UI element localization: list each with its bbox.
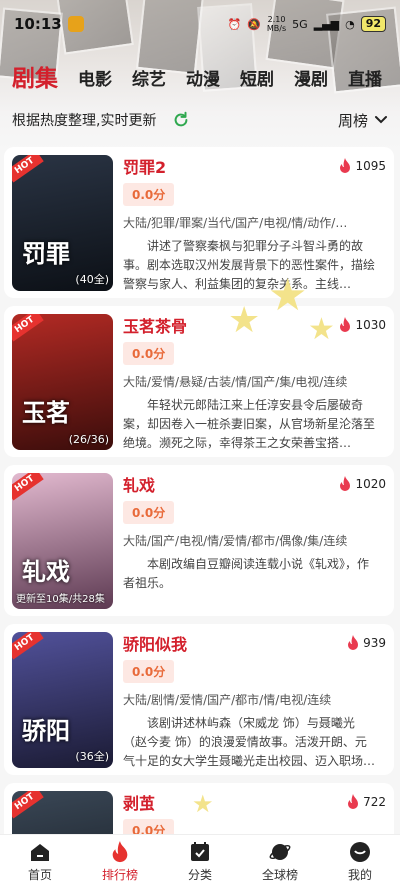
nav-ranking[interactable]: 排行榜	[85, 841, 155, 883]
hot-badge: HOT	[12, 632, 44, 660]
heat-score: 939	[346, 635, 386, 651]
heat-score: 1095	[338, 158, 386, 174]
cover-title: 轧戏	[22, 557, 70, 586]
cover-title: 玉茗	[22, 398, 70, 427]
cover-image[interactable]: HOT 轧戏 更新至10集/共28集	[12, 473, 113, 609]
episode-count: 更新至10集/共28集	[16, 594, 105, 605]
alarm-icon: ⏰	[227, 17, 242, 31]
nav-label: 首页	[27, 868, 52, 882]
nav-label: 分类	[187, 868, 212, 882]
genre-tags: 大陆/国产/电视/情/爱情/都市/偶像/集/连续	[123, 534, 348, 548]
decorative-star-icon: ★	[308, 312, 335, 347]
rating-badge: 0.0分	[123, 501, 175, 524]
net-speed: 2.10 MB/s	[266, 15, 287, 33]
wifi-icon: ◔	[345, 17, 355, 31]
cover-image[interactable]: HOT 玉茗 (26/36)	[12, 314, 113, 450]
heat-value: 1095	[355, 159, 386, 173]
heat-score: 722	[346, 794, 386, 810]
category-tabs: 剧集 电影 综艺 动漫 短剧 漫剧 直播	[0, 58, 400, 94]
heat-value: 722	[363, 795, 386, 809]
ranking-description: 根据热度整理,实时更新	[12, 113, 157, 129]
item-title[interactable]: 剥茧	[123, 790, 155, 814]
app-notification-icon	[67, 16, 84, 32]
decorative-star-icon: ★	[268, 270, 308, 321]
tab-movies[interactable]: 电影	[78, 65, 112, 94]
nav-home[interactable]: 首页	[5, 841, 75, 883]
flame-icon	[112, 841, 128, 863]
genre-tags: 大陆/犯罪/罪案/当代/国产/电视/情/动作/…	[123, 216, 348, 230]
hot-badge: HOT	[12, 314, 44, 342]
period-selector[interactable]: 周榜	[338, 110, 388, 131]
status-time: 10:13	[14, 15, 62, 33]
chevron-down-icon	[375, 116, 387, 124]
cover-image[interactable]: HOT 罚罪 (40全)	[12, 155, 113, 291]
item-title[interactable]: 骄阳似我	[123, 631, 187, 655]
heat-value: 1020	[355, 477, 386, 491]
calendar-icon	[191, 842, 209, 861]
nav-category[interactable]: 分类	[165, 841, 235, 883]
heat-score: 1020	[338, 476, 386, 492]
ranking-subheader: 根据热度整理,实时更新 周榜	[0, 104, 400, 136]
hot-badge: HOT	[12, 155, 44, 183]
network-type: 5G	[292, 17, 308, 31]
item-description: 年轻状元郎陆江来上任淳安县令后屡破奇案，却因卷入一桩杀妻旧案，从官场新星沦落至绝…	[123, 398, 376, 450]
episode-count: (26/36)	[68, 433, 109, 446]
refresh-icon[interactable]	[172, 111, 190, 129]
nav-label: 全球榜	[261, 868, 298, 882]
flame-icon	[348, 794, 359, 809]
hot-badge: HOT	[12, 791, 44, 819]
hot-badge: HOT	[12, 473, 44, 501]
list-item[interactable]: HOT 轧戏 更新至10集/共28集 轧戏 1020 0.0分 大陆/国产/电视…	[4, 465, 394, 616]
nav-label: 排行榜	[101, 868, 138, 882]
rating-badge: 0.0分	[123, 183, 175, 206]
home-icon	[31, 844, 49, 861]
bottom-navigation: 首页 排行榜 分类 全球榜 我的	[0, 834, 400, 889]
flame-icon	[340, 476, 351, 491]
item-title[interactable]: 罚罪2	[123, 154, 166, 178]
nav-profile[interactable]: 我的	[325, 841, 395, 883]
tab-short-drama[interactable]: 短剧	[240, 65, 274, 94]
nav-global-ranking[interactable]: 全球榜	[245, 841, 315, 883]
flame-icon	[348, 635, 359, 650]
status-bar: 10:13 ⏰ 🔕 2.10 MB/s 5G ▂▄▆ ◔ 92	[0, 0, 400, 48]
battery-indicator: 92	[360, 16, 386, 32]
flame-icon	[340, 317, 351, 332]
heat-value: 939	[363, 636, 386, 650]
item-title[interactable]: 玉茗茶骨	[123, 313, 187, 337]
genre-tags: 大陆/剧情/爱情/国产/都市/情/电视/连续	[123, 693, 332, 707]
planet-icon	[269, 844, 291, 860]
status-indicators: ⏰ 🔕 2.10 MB/s 5G ▂▄▆ ◔ 92	[227, 15, 386, 33]
flame-icon	[340, 158, 351, 173]
profile-icon	[350, 842, 370, 862]
tab-comic-drama[interactable]: 漫剧	[294, 65, 328, 94]
item-title[interactable]: 轧戏	[123, 472, 155, 496]
tab-variety[interactable]: 综艺	[132, 65, 166, 94]
tab-anime[interactable]: 动漫	[186, 65, 220, 94]
item-description: 本剧改编自豆瓣阅读连载小说《轧戏》，作者祖乐。	[123, 557, 370, 590]
episode-count: (36全)	[75, 750, 109, 763]
list-item[interactable]: HOT 骄阳 (36全) 骄阳似我 939 0.0分 大陆/剧情/爱情/国产/都…	[4, 624, 394, 775]
rating-badge: 0.0分	[123, 342, 175, 365]
tab-live[interactable]: 直播	[348, 65, 382, 94]
decorative-star-icon: ★	[228, 300, 261, 341]
nav-label: 我的	[347, 868, 372, 882]
period-label: 周榜	[337, 111, 368, 130]
genre-tags: 大陆/爱情/悬疑/古装/情/国产/集/电视/连续	[123, 375, 348, 389]
cover-title: 骄阳	[22, 716, 70, 745]
cover-image[interactable]: HOT 骄阳 (36全)	[12, 632, 113, 768]
list-item[interactable]: HOT 罚罪 (40全) 罚罪2 1095 0.0分 大陆/犯罪/罪案/当代/国…	[4, 147, 394, 298]
mute-icon: 🔕	[247, 17, 261, 31]
signal-icon: ▂▄▆	[313, 17, 340, 31]
item-description: 该剧讲述林屿森（宋威龙 饰）与聂曦光（赵今麦 饰）的浪漫爱情故事。活泼开朗、元气…	[123, 716, 367, 768]
decorative-star-icon: ★	[192, 790, 214, 818]
list-item[interactable]: HOT 玉茗 (26/36) 玉茗茶骨 1030 0.0分 大陆/爱情/悬疑/古…	[4, 306, 394, 457]
rating-badge: 0.0分	[123, 660, 175, 683]
episode-count: (40全)	[75, 273, 109, 286]
heat-value: 1030	[355, 318, 386, 332]
tab-series[interactable]: 剧集	[12, 59, 58, 94]
item-description: 讲述了警察秦枫与犯罪分子斗智斗勇的故事。剧本选取汉州发展背景下的恶性案件，描绘警…	[123, 239, 376, 291]
heat-score: 1030	[338, 317, 386, 333]
cover-title: 罚罪	[22, 239, 70, 268]
